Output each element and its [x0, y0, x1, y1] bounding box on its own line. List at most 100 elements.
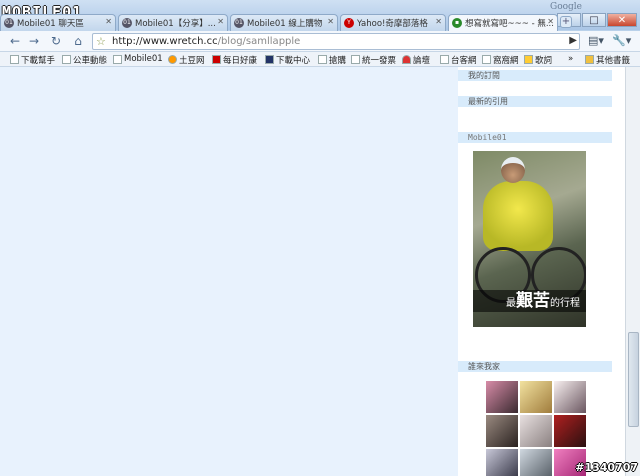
tab-close-icon[interactable]: ✕ [217, 17, 224, 26]
folder-icon [585, 55, 594, 64]
page-menu-button[interactable]: ▤▾ [588, 34, 604, 47]
ad-caption-highlight: 艱苦 [516, 291, 550, 311]
tab-close-icon[interactable]: ✕ [435, 17, 442, 26]
mobile01-favicon-icon: 01 [122, 18, 132, 28]
forward-button[interactable]: → [25, 33, 43, 50]
bookmark-item[interactable]: 窩窩網 [482, 54, 519, 66]
bookmark-label: 土豆网 [179, 56, 205, 66]
other-bookmarks-button[interactable]: 其他書籤 [585, 54, 630, 66]
visitor-avatar[interactable] [486, 381, 518, 413]
reload-button[interactable]: ↻ [47, 33, 65, 50]
bookmark-label: 下載幫手 [21, 56, 56, 66]
visitor-avatar[interactable] [520, 449, 552, 476]
bookmark-label: 每日好康 [223, 56, 258, 66]
tudou-favicon-icon [168, 55, 177, 64]
home-button[interactable]: ⌂ [69, 33, 87, 50]
page-content: 我的訂閱 最新的引用 Mobile01 最艱苦的行程 誰來我家 [0, 67, 625, 476]
bookmark-star-icon[interactable]: ☆ [96, 35, 106, 48]
mobile01-favicon-icon: 01 [4, 18, 14, 28]
bookmark-label: 窩窩網 [493, 56, 519, 66]
visitor-avatar[interactable] [554, 415, 586, 447]
url-text[interactable]: http://www.wretch.cc/blog/samllapple [112, 36, 300, 47]
tab-yahoo-blog[interactable]: Y Yahoo!奇摩部落格 ✕ [340, 14, 446, 31]
bookmark-label: 其他書籤 [596, 56, 631, 66]
visitor-avatar[interactable] [486, 415, 518, 447]
tab-mobile01-chat[interactable]: 01 Mobile01 聊天區 ✕ [0, 14, 116, 31]
bookmark-label: 下載中心 [276, 56, 311, 66]
bookmark-favicon-icon [318, 55, 327, 64]
new-tab-button[interactable]: + [560, 16, 572, 28]
bookmark-item[interactable]: 台客網 [440, 54, 477, 66]
yahoo-favicon-icon: Y [344, 18, 354, 28]
scrollbar-thumb[interactable] [628, 332, 639, 427]
download-center-favicon-icon [265, 55, 274, 64]
tab-label: Mobile01 聊天區 [17, 19, 84, 29]
bookmark-item[interactable]: 公車動態 [62, 54, 107, 66]
go-arrow-icon[interactable]: ▶ [569, 35, 577, 46]
tab-close-icon[interactable]: ✕ [547, 17, 554, 26]
forum-favicon-icon [402, 55, 411, 64]
visitor-avatar[interactable] [554, 381, 586, 413]
tools-menu-button[interactable]: 🔧▾ [612, 34, 631, 47]
bookmark-item[interactable]: 論壇 [402, 54, 430, 66]
address-bar[interactable]: ☆ http://www.wretch.cc/blog/samllapple ▶ [92, 33, 580, 50]
ad-caption: 最艱苦的行程 [473, 290, 586, 312]
url-host: http://www.wretch.cc [112, 36, 218, 47]
title-bar: MOBILE01 Google – □ ✕ 01 Mobile01 聊天區 ✕ … [0, 0, 640, 32]
bookmark-label: Mobile01 [124, 54, 163, 64]
bookmark-item[interactable]: 下載幫手 [10, 54, 55, 66]
bookmark-favicon-icon [440, 55, 449, 64]
bookmark-item[interactable]: 歌詞 [524, 54, 552, 66]
bookmark-favicon-icon [482, 55, 491, 64]
yahoo-favicon-icon [212, 55, 221, 64]
bookmark-label: 論壇 [413, 56, 431, 66]
mobile01-ad-banner[interactable]: 最艱苦的行程 [473, 151, 586, 327]
bookmark-item[interactable]: 每日好康 [212, 54, 257, 66]
bookmark-label: 公車動態 [73, 56, 108, 66]
tab-mobile01-share[interactable]: 01 Mobile01【分享】... ✕ [118, 14, 228, 31]
bookmark-item[interactable]: 搶購 [318, 54, 346, 66]
section-header-visitors: 誰來我家 [458, 361, 612, 372]
lyrics-favicon-icon [524, 55, 533, 64]
bookmark-favicon-icon [62, 55, 71, 64]
ad-caption-prefix: 最 [506, 298, 516, 309]
bookmark-item[interactable]: 下載中心 [265, 54, 310, 66]
tab-label: 想寫就寫吧~~~ - 無... [465, 19, 554, 29]
image-id-watermark: #1340707 [575, 461, 638, 474]
section-header-subscriptions: 我的訂閱 [458, 70, 612, 81]
url-path: /blog/samllapple [217, 36, 301, 47]
bookmark-item[interactable]: 統一發票 [351, 54, 396, 66]
blog-sidebar: 我的訂閱 最新的引用 Mobile01 最艱苦的行程 誰來我家 [458, 67, 625, 476]
tab-label: Mobile01 線上購物 [247, 19, 323, 29]
tab-strip: 01 Mobile01 聊天區 ✕ 01 Mobile01【分享】... ✕ 0… [0, 14, 560, 32]
visitor-avatar[interactable] [520, 415, 552, 447]
tab-current-blog[interactable]: ▪ 想寫就寫吧~~~ - 無... ✕ [448, 14, 558, 32]
mobile01-favicon-icon [113, 55, 122, 64]
bookmark-favicon-icon [10, 55, 19, 64]
bookmark-favicon-icon [351, 55, 360, 64]
page-favicon-icon: ▪ [452, 18, 462, 28]
bookmarks-overflow-button[interactable]: » [568, 54, 573, 64]
close-button[interactable]: ✕ [607, 13, 637, 27]
maximize-button[interactable]: □ [582, 13, 606, 27]
visitor-avatar[interactable] [520, 381, 552, 413]
bookmark-label: 歌詞 [535, 56, 553, 66]
back-button[interactable]: ← [6, 33, 24, 50]
tab-label: Yahoo!奇摩部落格 [357, 19, 428, 29]
bookmark-label: 統一發票 [362, 56, 397, 66]
bookmark-label: 台客網 [451, 56, 477, 66]
visitor-avatar[interactable] [486, 449, 518, 476]
cyclist-head [501, 157, 525, 183]
tab-mobile01-shop[interactable]: 01 Mobile01 線上購物 ✕ [230, 14, 338, 31]
cyclist-raincoat [483, 181, 553, 251]
section-header-mobile01: Mobile01 [458, 132, 612, 143]
section-header-trackbacks: 最新的引用 [458, 96, 612, 107]
tab-close-icon[interactable]: ✕ [327, 17, 334, 26]
bookmark-item[interactable]: Mobile01 [113, 54, 163, 64]
ad-caption-suffix: 的行程 [550, 298, 580, 309]
vertical-scrollbar[interactable] [625, 67, 640, 476]
bookmark-item[interactable]: 土豆网 [168, 54, 205, 66]
navigation-toolbar: ← → ↻ ⌂ ☆ http://www.wretch.cc/blog/saml… [0, 31, 640, 52]
tab-close-icon[interactable]: ✕ [105, 17, 112, 26]
bookmark-label: 搶購 [329, 56, 347, 66]
